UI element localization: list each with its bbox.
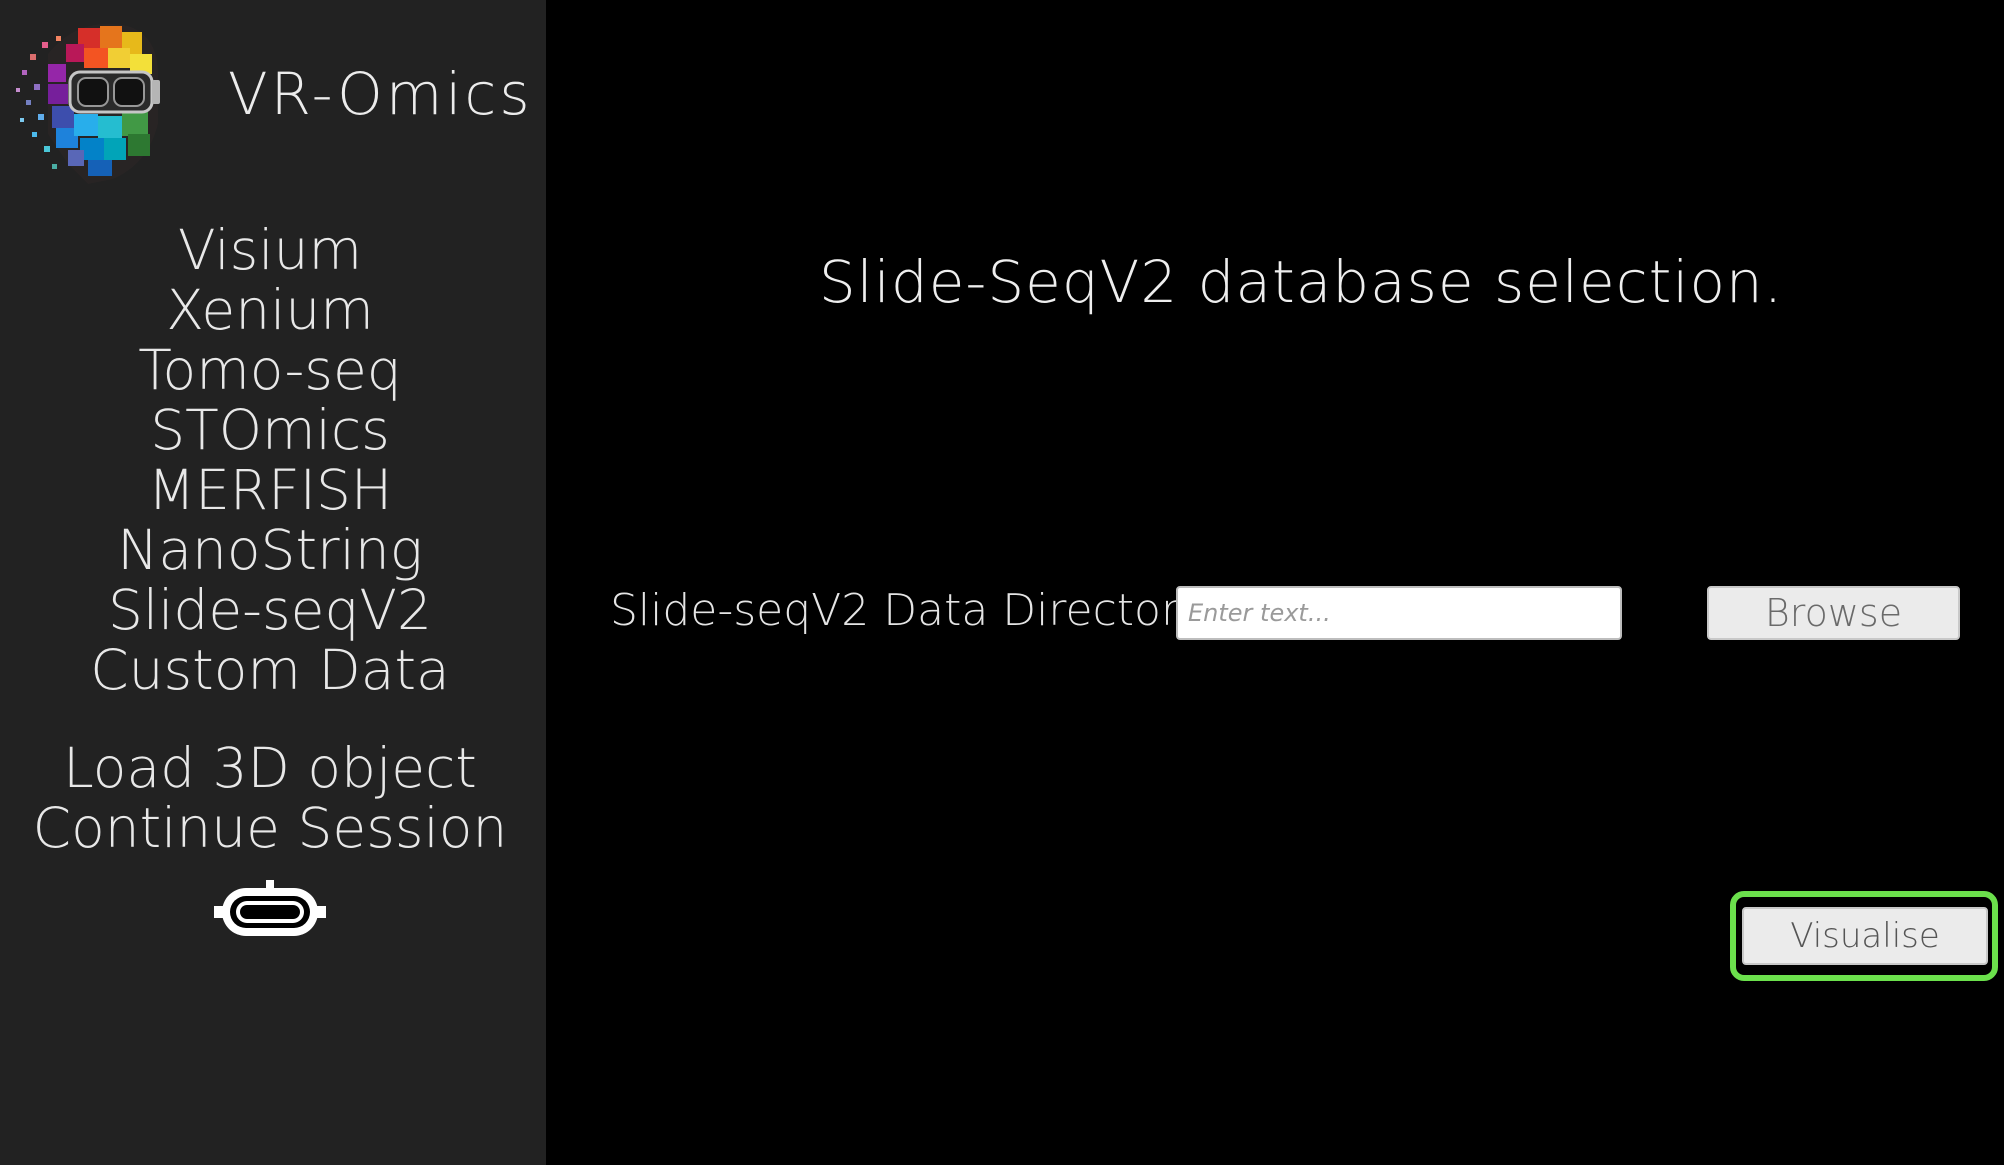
- app-title: VR-Omics: [228, 60, 533, 128]
- load-3d-object-button[interactable]: Load 3D object: [0, 738, 540, 798]
- continue-session-button[interactable]: Continue Session: [0, 798, 540, 858]
- page-title: Slide-SeqV2 database selection.: [818, 248, 1784, 316]
- main-panel: Slide-SeqV2 database selection. Slide-se…: [546, 0, 2004, 1165]
- nav-item-stomics[interactable]: STOmics: [0, 400, 540, 460]
- visualise-button[interactable]: Visualise: [1742, 907, 1988, 965]
- nav-item-visium[interactable]: Visium: [0, 220, 540, 280]
- modality-menu: Visium Xenium Tomo-seq STOmics MERFISH N…: [0, 220, 540, 700]
- action-menu: Load 3D object Continue Session: [0, 738, 540, 858]
- nav-item-nanostring[interactable]: NanoString: [0, 520, 540, 580]
- sidebar: VR-Omics Visium Xenium Tomo-seq STOmics …: [0, 0, 546, 1165]
- nav-item-tomo-seq[interactable]: Tomo-seq: [0, 340, 540, 400]
- data-directory-input[interactable]: [1176, 586, 1622, 640]
- nav-item-custom-data[interactable]: Custom Data: [0, 640, 540, 700]
- nav-item-xenium[interactable]: Xenium: [0, 280, 540, 340]
- browse-button[interactable]: Browse: [1707, 586, 1960, 640]
- vr-headset-icon[interactable]: [210, 878, 330, 942]
- data-directory-label: Slide-seqV2 Data Directory: [610, 585, 1206, 636]
- vr-omics-logo-icon: [16, 23, 160, 184]
- nav-item-merfish[interactable]: MERFISH: [0, 460, 540, 520]
- nav-item-slide-seqv2[interactable]: Slide-seqV2: [0, 580, 540, 640]
